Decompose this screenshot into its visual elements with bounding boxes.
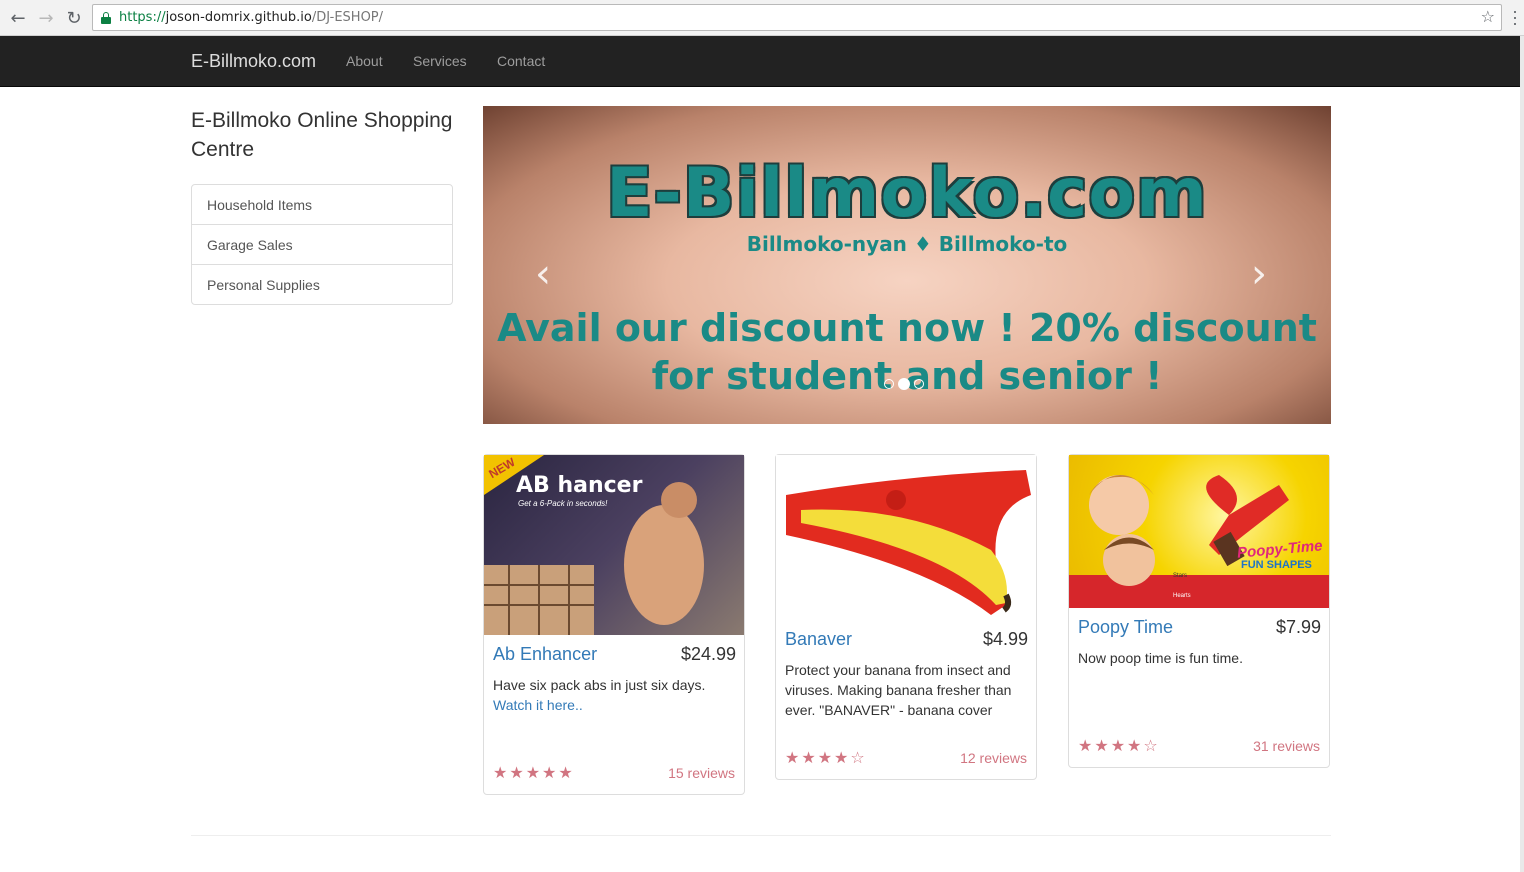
- product-ratings: ★★★★★ 15 reviews: [493, 763, 735, 782]
- carousel-prev-icon[interactable]: ‹: [535, 254, 551, 294]
- watch-video-link[interactable]: Watch it here..: [493, 697, 583, 713]
- url-scheme: https://: [119, 10, 166, 25]
- poopy-time-fun-shapes-text: FUN SHAPES: [1241, 559, 1312, 571]
- bookmark-star-icon[interactable]: ☆: [1481, 7, 1495, 26]
- category-garage-sales[interactable]: Garage Sales: [191, 224, 453, 265]
- product-price: $24.99: [680, 644, 736, 664]
- product-name-link[interactable]: Poopy Time: [1078, 617, 1173, 638]
- product-image-poopy-time[interactable]: Poopy-Time FUN SHAPES Stars Hearts: [1069, 455, 1329, 608]
- product-image-banaver[interactable]: [776, 455, 1036, 620]
- category-household-items[interactable]: Household Items: [191, 184, 453, 225]
- review-count[interactable]: 31 reviews: [1253, 738, 1320, 754]
- poopy-time-stars-tag: Stars: [1173, 573, 1188, 579]
- product-price: $7.99: [1275, 617, 1321, 637]
- product-description: Now poop time is fun time.: [1078, 650, 1243, 666]
- carousel-next-icon[interactable]: ›: [1251, 254, 1267, 294]
- product-caption: Poopy Time $7.99 Now poop time is fun ti…: [1069, 608, 1329, 668]
- star-rating-icon: ★★★★★: [493, 763, 575, 782]
- menu-kebab-icon[interactable]: · · ·: [1512, 2, 1518, 32]
- product-description-text: Have six pack abs in just six days.: [493, 677, 706, 693]
- ab-enhancer-logo-text: AB hancer: [516, 473, 643, 498]
- product-ratings: ★★★★☆ 31 reviews: [1078, 736, 1320, 755]
- brand-link[interactable]: E-Billmoko.com: [191, 51, 316, 72]
- url-host: joson-domrix.github.io: [165, 10, 312, 25]
- category-personal-supplies[interactable]: Personal Supplies: [191, 264, 453, 305]
- product-description: Have six pack abs in just six days. Watc…: [493, 675, 736, 715]
- star-rating-icon: ★★★★☆: [1078, 736, 1160, 755]
- footer-divider: [191, 835, 1331, 836]
- carousel-promo-line1: Avail our discount now ! 20% discount: [497, 306, 1317, 350]
- reload-icon[interactable]: ↻: [62, 6, 86, 30]
- category-list: Household Items Garage Sales Personal Su…: [191, 184, 453, 305]
- product-card-banaver: Banaver $4.99 Protect your banana from i…: [775, 454, 1037, 780]
- review-count[interactable]: 12 reviews: [960, 750, 1027, 766]
- forward-arrow-icon[interactable]: →: [34, 6, 58, 30]
- review-count[interactable]: 15 reviews: [668, 765, 735, 781]
- product-card-ab-enhancer: NEW AB hancer Get a 6-Pack in seconds! A…: [483, 454, 745, 795]
- ab-enhancer-tagline: Get a 6-Pack in seconds!: [518, 499, 608, 508]
- star-rating-icon: ★★★★☆: [785, 748, 867, 767]
- promo-carousel[interactable]: E-Billmoko.com Billmoko-nyan ♦ Billmoko-…: [483, 106, 1331, 424]
- product-name-link[interactable]: Ab Enhancer: [493, 644, 597, 665]
- carousel-indicator-2[interactable]: [898, 378, 910, 390]
- poopy-time-hearts-tag: Hearts: [1173, 593, 1191, 599]
- carousel-indicators: [884, 378, 924, 390]
- url-path: /DJ-ESHOP/: [311, 10, 384, 25]
- back-arrow-icon[interactable]: ←: [6, 6, 30, 30]
- address-bar[interactable]: https://joson-domrix.github.io/DJ-ESHOP/…: [92, 4, 1502, 31]
- page-scrollbar[interactable]: [1520, 36, 1524, 872]
- lock-icon: [101, 11, 111, 24]
- product-description: Protect your banana from insect and viru…: [785, 662, 1012, 718]
- product-card-poopy-time: Poopy-Time FUN SHAPES Stars Hearts Poopy…: [1068, 454, 1330, 768]
- carousel-subtitle: Billmoko-nyan ♦ Billmoko-to: [746, 232, 1068, 256]
- nav-services[interactable]: Services: [413, 53, 467, 69]
- nav-about[interactable]: About: [346, 53, 383, 69]
- product-price: $4.99: [982, 629, 1028, 649]
- product-name-link[interactable]: Banaver: [785, 629, 852, 650]
- product-caption: Banaver $4.99 Protect your banana from i…: [776, 620, 1036, 720]
- carousel-indicator-1[interactable]: [884, 379, 894, 389]
- product-image-ab-enhancer[interactable]: NEW AB hancer Get a 6-Pack in seconds!: [484, 455, 744, 635]
- browser-toolbar: ← → ↻ https://joson-domrix.github.io/DJ-…: [0, 0, 1524, 36]
- product-ratings: ★★★★☆ 12 reviews: [785, 748, 1027, 767]
- carousel-indicator-3[interactable]: [914, 379, 924, 389]
- product-caption: Ab Enhancer $24.99 Have six pack abs in …: [484, 635, 744, 715]
- carousel-title: E-Billmoko.com: [606, 154, 1208, 233]
- carousel-promo-line2: for student and senior !: [651, 354, 1163, 398]
- poopy-time-illustration: [1069, 475, 1329, 608]
- sidebar-title: E-Billmoko Online Shopping Centre: [191, 109, 453, 161]
- site-navbar: E-Billmoko.com About Services Contact: [0, 36, 1524, 87]
- banaver-illustration: [786, 470, 1031, 615]
- nav-contact[interactable]: Contact: [497, 53, 545, 69]
